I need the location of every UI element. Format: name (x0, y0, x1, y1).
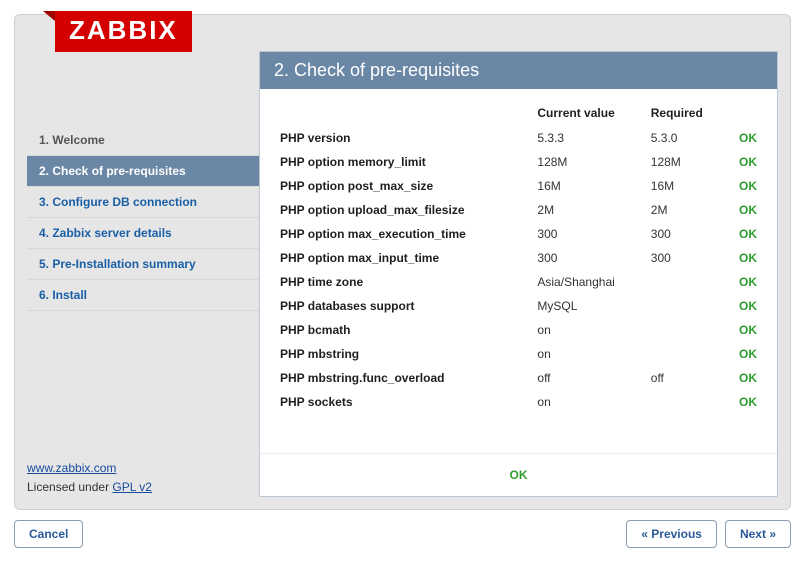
prereq-required (647, 270, 727, 294)
nav-step-2[interactable]: 2. Check of pre-requisites (27, 156, 259, 187)
prereq-current: MySQL (533, 294, 646, 318)
cancel-button[interactable]: Cancel (14, 520, 83, 548)
footer-links: www.zabbix.com Licensed under GPL v2 (27, 459, 152, 497)
prereq-required: 5.3.0 (647, 126, 727, 150)
prereq-table: Current value Required PHP version5.3.35… (276, 100, 761, 414)
prereq-current: 5.3.3 (533, 126, 646, 150)
prereq-required (647, 342, 727, 366)
nav-step-3[interactable]: 3. Configure DB connection (27, 187, 259, 218)
content-panel: 2. Check of pre-requisites Current value… (259, 51, 778, 497)
prereq-current: off (533, 366, 646, 390)
table-row: PHP socketson OK (276, 390, 761, 414)
prereq-current: 300 (533, 246, 646, 270)
prereq-name: PHP mbstring.func_overload (276, 366, 533, 390)
zabbix-logo: ZABBIX (55, 11, 192, 52)
table-row: PHP mbstringon OK (276, 342, 761, 366)
nav-step-1[interactable]: 1. Welcome (27, 125, 259, 156)
table-row: PHP option post_max_size16M16MOK (276, 174, 761, 198)
prereq-name: PHP mbstring (276, 342, 533, 366)
prereq-name: PHP databases support (276, 294, 533, 318)
next-button[interactable]: Next » (725, 520, 791, 548)
prereq-name: PHP sockets (276, 390, 533, 414)
site-link[interactable]: www.zabbix.com (27, 461, 116, 475)
prereq-current: 16M (533, 174, 646, 198)
table-row: PHP option max_input_time300300OK (276, 246, 761, 270)
prereq-name: PHP option max_execution_time (276, 222, 533, 246)
prereq-name: PHP option max_input_time (276, 246, 533, 270)
table-row: PHP time zoneAsia/Shanghai OK (276, 270, 761, 294)
prereq-status: OK (726, 318, 761, 342)
prereq-current: 300 (533, 222, 646, 246)
prereq-current: 128M (533, 150, 646, 174)
prereq-current: Asia/Shanghai (533, 270, 646, 294)
table-row: PHP databases supportMySQL OK (276, 294, 761, 318)
prereq-required: 16M (647, 174, 727, 198)
prereq-current: on (533, 318, 646, 342)
nav-step-5[interactable]: 5. Pre-Installation summary (27, 249, 259, 280)
table-row: PHP option max_execution_time300300OK (276, 222, 761, 246)
prereq-name: PHP bcmath (276, 318, 533, 342)
prereq-current: on (533, 342, 646, 366)
prereq-status: OK (726, 222, 761, 246)
prereq-required (647, 390, 727, 414)
nav-step-4[interactable]: 4. Zabbix server details (27, 218, 259, 249)
prereq-status: OK (726, 270, 761, 294)
prereq-required: 2M (647, 198, 727, 222)
prereq-status: OK (726, 366, 761, 390)
prereq-name: PHP option post_max_size (276, 174, 533, 198)
prereq-required: off (647, 366, 727, 390)
prereq-current: on (533, 390, 646, 414)
prereq-status: OK (726, 294, 761, 318)
prereq-current: 2M (533, 198, 646, 222)
prereq-status: OK (726, 246, 761, 270)
prereq-status: OK (726, 174, 761, 198)
prereq-name: PHP time zone (276, 270, 533, 294)
overall-status: OK (510, 468, 528, 482)
col-current: Current value (533, 100, 646, 126)
previous-button[interactable]: « Previous (626, 520, 717, 548)
wizard-nav: 1. Welcome2. Check of pre-requisites3. C… (27, 125, 259, 311)
prereq-required: 300 (647, 246, 727, 270)
prereq-required: 128M (647, 150, 727, 174)
prereq-name: PHP version (276, 126, 533, 150)
col-required: Required (647, 100, 727, 126)
overall-status-row: OK (260, 453, 777, 496)
table-row: PHP version5.3.35.3.0OK (276, 126, 761, 150)
license-link[interactable]: GPL v2 (112, 480, 152, 494)
prereq-name: PHP option memory_limit (276, 150, 533, 174)
prereq-required (647, 318, 727, 342)
prereq-scroll[interactable]: Current value Required PHP version5.3.35… (260, 90, 777, 448)
prereq-status: OK (726, 126, 761, 150)
prereq-status: OK (726, 342, 761, 366)
table-row: PHP mbstring.func_overloadoffoffOK (276, 366, 761, 390)
table-row: PHP option upload_max_filesize2M2MOK (276, 198, 761, 222)
prereq-status: OK (726, 150, 761, 174)
license-prefix: Licensed under (27, 480, 112, 494)
prereq-status: OK (726, 198, 761, 222)
table-row: PHP bcmathon OK (276, 318, 761, 342)
prereq-required (647, 294, 727, 318)
prereq-status: OK (726, 390, 761, 414)
prereq-name: PHP option upload_max_filesize (276, 198, 533, 222)
page-title: 2. Check of pre-requisites (260, 52, 777, 89)
table-row: PHP option memory_limit128M128MOK (276, 150, 761, 174)
nav-step-6[interactable]: 6. Install (27, 280, 259, 311)
prereq-required: 300 (647, 222, 727, 246)
